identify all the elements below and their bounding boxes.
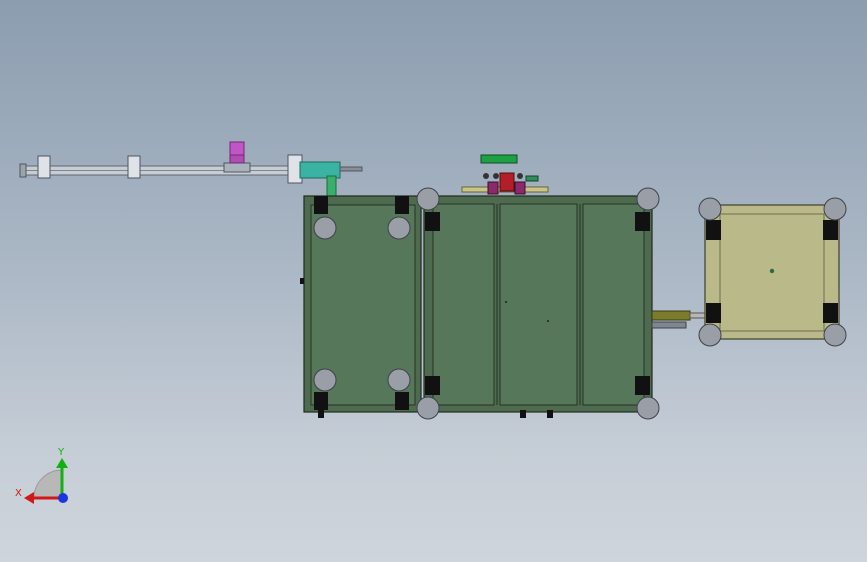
leveling-foot	[706, 220, 721, 240]
fitting-knob	[493, 173, 499, 179]
caster-wheel	[823, 197, 847, 221]
z-axis-dot	[58, 493, 68, 503]
floor-pad	[318, 410, 324, 418]
axis-triad: Y X	[15, 447, 68, 504]
valve-block	[487, 181, 499, 195]
x-axis-arrow	[24, 492, 34, 504]
leveling-foot	[706, 303, 721, 323]
caster-wheel	[313, 216, 337, 240]
frame-panel-3	[582, 203, 645, 406]
main-frame[interactable]	[300, 187, 660, 420]
leveling-foot	[395, 196, 409, 214]
suction-cup-base	[229, 154, 245, 164]
fitting	[525, 175, 539, 182]
leveling-foot	[314, 196, 328, 214]
x-axis-label: X	[15, 488, 22, 499]
fitting-knob	[517, 173, 523, 179]
frame-panel-2	[499, 203, 578, 406]
table-center-mark	[769, 268, 775, 274]
leveling-foot	[314, 392, 328, 410]
floor-pad	[300, 278, 304, 284]
caster-wheel	[636, 187, 660, 211]
leveling-foot	[635, 212, 650, 231]
rail-bracket-left	[37, 155, 51, 179]
caster-wheel	[416, 187, 440, 211]
rail-slider	[223, 162, 251, 173]
assembly-drawing: Y X	[15, 141, 847, 504]
cylinder-rod	[339, 166, 363, 172]
y-axis-arrow	[56, 458, 68, 468]
caster-wheel	[416, 396, 440, 420]
fitting-knob	[483, 173, 489, 179]
cylinder-mount	[326, 175, 337, 197]
valve-block	[514, 181, 526, 195]
caster-wheel	[387, 368, 411, 392]
side-table[interactable]	[698, 197, 847, 347]
center-mark	[505, 301, 507, 303]
floor-pad	[520, 410, 526, 418]
push-rod-bracket	[651, 321, 687, 329]
leveling-foot	[823, 220, 838, 240]
leveling-foot	[425, 376, 440, 395]
frame-panel-1	[432, 203, 495, 406]
push-rod[interactable]	[651, 310, 709, 329]
suction-cup	[229, 141, 245, 157]
caster-wheel	[387, 216, 411, 240]
y-axis-label: Y	[57, 447, 65, 458]
caster-wheel	[698, 197, 722, 221]
leveling-foot	[425, 212, 440, 231]
rail-end-cap	[19, 163, 27, 178]
triad-plane	[33, 469, 63, 499]
push-rod-body	[651, 310, 691, 321]
leveling-foot	[635, 376, 650, 395]
center-mark	[547, 320, 549, 322]
cad-viewport[interactable]: Y X	[0, 0, 867, 562]
status-indicator	[480, 154, 518, 164]
top-valve-assembly[interactable]	[461, 154, 549, 195]
caster-wheel	[313, 368, 337, 392]
floor-pad	[547, 410, 553, 418]
caster-wheel	[636, 396, 660, 420]
valve-block	[499, 172, 515, 192]
leveling-foot	[823, 303, 838, 323]
linear-rail-module[interactable]	[19, 141, 363, 197]
leveling-foot	[395, 392, 409, 410]
caster-wheel	[698, 323, 722, 347]
caster-wheel	[823, 323, 847, 347]
rail-bracket-mid	[127, 155, 141, 179]
